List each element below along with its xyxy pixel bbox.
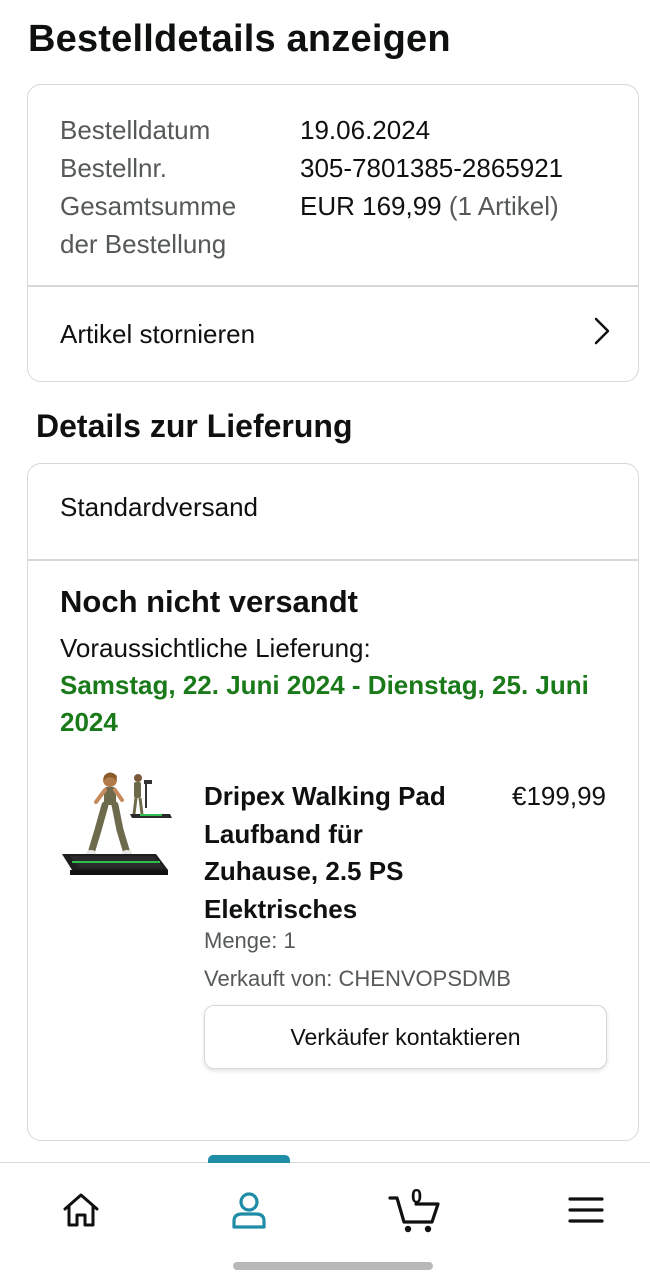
order-number-value: 305-7801385-2865921 xyxy=(300,153,564,183)
delivery-section-title: Details zur Lieferung xyxy=(36,408,353,444)
cart-count: 0 xyxy=(411,1186,423,1208)
nav-account[interactable] xyxy=(219,1187,279,1237)
order-date-label: Bestelldatum xyxy=(60,115,211,145)
order-item-count: (1 Artikel) xyxy=(448,191,559,221)
active-tab-indicator xyxy=(208,1155,290,1163)
nav-menu[interactable] xyxy=(556,1187,616,1237)
order-summary-card: Bestelldatum 19.06.2024 Bestellnr. 305-7… xyxy=(27,84,639,382)
nav-home[interactable] xyxy=(51,1187,111,1237)
order-total-label: Gesamtsumme der Bestellung xyxy=(60,187,300,263)
person-icon xyxy=(229,1190,269,1235)
chevron-right-icon xyxy=(592,316,612,353)
order-total-value: EUR 169,99 xyxy=(300,191,442,221)
order-total-label-line2: der Bestellung xyxy=(60,229,227,259)
delivery-card: Standardversand Noch nicht versandt Vora… xyxy=(27,463,639,1141)
system-home-indicator[interactable] xyxy=(233,1262,433,1270)
order-total-row: Gesamtsumme der Bestellung EUR 169,99 (1… xyxy=(60,187,563,263)
shipment-status-block: Noch nicht versandt Voraussichtliche Lie… xyxy=(60,584,606,741)
shipment-status: Noch nicht versandt xyxy=(60,584,358,619)
cart-icon: 0 xyxy=(388,1186,444,1234)
treadmill-product-image[interactable] xyxy=(60,770,176,886)
eta-label: Voraussichtliche Lieferung: xyxy=(60,633,371,663)
shipping-method: Standardversand xyxy=(60,492,259,522)
order-number-label: Bestellnr. xyxy=(60,153,167,183)
product-quantity: Menge: 1 xyxy=(204,928,296,953)
nav-cart[interactable]: 0 xyxy=(386,1186,446,1237)
order-date-row: Bestelldatum 19.06.2024 xyxy=(60,111,563,149)
hamburger-icon xyxy=(568,1196,604,1229)
order-details-page: Bestelldetails anzeigen Bestelldatum 19.… xyxy=(0,0,650,1280)
order-number-row: Bestellnr. 305-7801385-2865921 xyxy=(60,149,563,187)
order-date-value: 19.06.2024 xyxy=(300,115,431,145)
order-summary-grid: Bestelldatum 19.06.2024 Bestellnr. 305-7… xyxy=(60,111,563,263)
product-price: €199,99 xyxy=(512,781,606,811)
contact-seller-button[interactable]: Verkäufer kontaktieren xyxy=(204,1005,607,1069)
shipping-divider xyxy=(28,559,638,561)
eta-dates: Samstag, 22. Juni 2024 - Dienstag, 25. J… xyxy=(60,670,589,737)
product-name[interactable]: Dripex Walking Pad Laufband für Zuhause,… xyxy=(204,778,484,928)
bottom-navigation: 0 xyxy=(0,1155,650,1253)
page-title: Bestelldetails anzeigen xyxy=(28,18,451,60)
home-icon xyxy=(62,1192,100,1233)
cancel-items-row[interactable]: Artikel stornieren xyxy=(28,287,638,381)
product-seller: Verkauft von: CHENVOPSDMB xyxy=(204,966,511,991)
product-item: Dripex Walking Pad Laufband für Zuhause,… xyxy=(60,770,607,1070)
cancel-items-label: Artikel stornieren xyxy=(60,318,256,349)
order-total-label-line1: Gesamtsumme xyxy=(60,191,237,221)
order-total-value-group: EUR 169,99 (1 Artikel) xyxy=(300,187,559,263)
